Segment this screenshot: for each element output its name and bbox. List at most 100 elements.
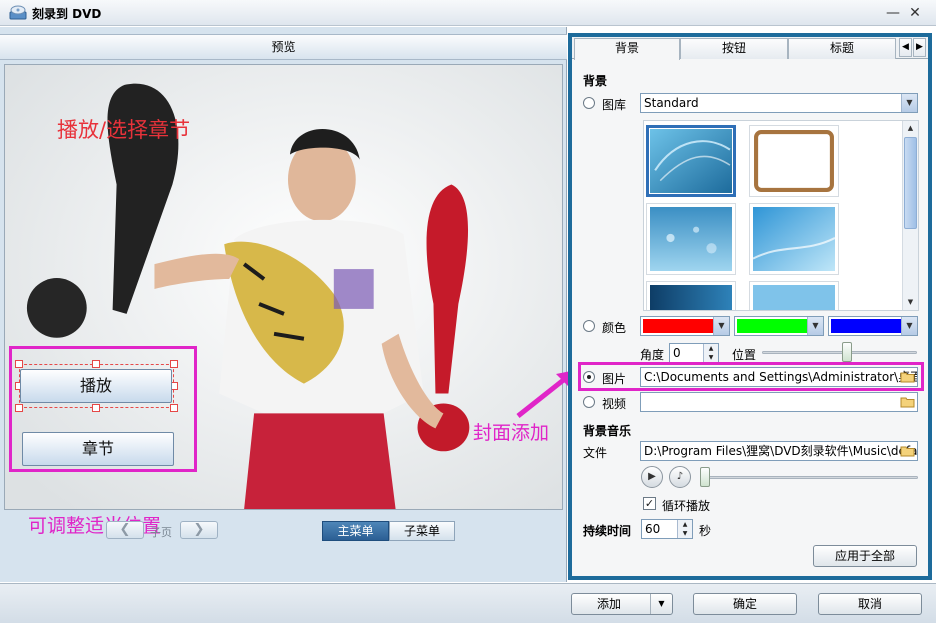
gallery-thumb[interactable] <box>646 125 736 197</box>
preview-panel: 预览 播放/选择章节 播放 章节 可调整适当位置 ❮ 子页 ❯ 主菜单 子菜单 <box>0 27 567 582</box>
folder-icon[interactable] <box>900 445 915 457</box>
duration-unit: 秒 <box>699 524 712 538</box>
menu-play-button[interactable]: 播放 <box>20 369 172 403</box>
gallery-thumb[interactable] <box>749 281 839 310</box>
close-button[interactable]: ✕ <box>906 4 924 22</box>
background-gallery: ▲ ▼ <box>643 120 919 311</box>
menu-chapter-button[interactable]: 章节 <box>22 432 174 466</box>
sky-blue-thumbnail <box>752 207 836 271</box>
brown-frame-thumbnail <box>753 129 835 193</box>
music-section-title: 背景音乐 <box>583 424 632 438</box>
tab-scroll-left[interactable]: ◀ <box>899 38 912 57</box>
chevron-down-icon[interactable]: ▼ <box>650 594 672 614</box>
position-slider[interactable] <box>762 351 917 354</box>
scroll-down-icon[interactable]: ▼ <box>903 295 918 310</box>
resize-handle[interactable] <box>15 360 23 368</box>
tab-sub-menu[interactable]: 子菜单 <box>389 521 455 541</box>
play-icon[interactable]: ▶ <box>641 466 663 488</box>
position-slider-thumb[interactable] <box>842 342 853 362</box>
blue-swirl-thumbnail <box>650 129 732 193</box>
color-select-1[interactable]: ▼ <box>640 316 730 336</box>
tab-title[interactable]: 标题 <box>788 38 896 59</box>
radio-library[interactable] <box>583 97 595 109</box>
picture-path-value: C:\Documents and Settings\Administrator\… <box>644 370 918 384</box>
tab-scroll-right[interactable]: ▶ <box>913 38 926 57</box>
window-title: 刻录到 DVD <box>32 7 102 21</box>
color-select-3[interactable]: ▼ <box>828 316 918 336</box>
spin-arrows-icon[interactable]: ▲ ▼ <box>703 344 718 362</box>
radio-color[interactable] <box>583 320 595 332</box>
tab-background[interactable]: 背景 <box>574 38 680 60</box>
resize-handle[interactable] <box>170 404 178 412</box>
apply-all-button[interactable]: 应用于全部 <box>813 545 917 567</box>
angle-value: 0 <box>673 346 681 360</box>
video-label: 视频 <box>602 397 627 411</box>
gallery-thumb[interactable] <box>646 203 736 275</box>
picture-path-field[interactable]: C:\Documents and Settings\Administrator\… <box>640 367 918 387</box>
tab-buttons[interactable]: 按钮 <box>680 38 788 59</box>
picture-label: 图片 <box>602 372 627 386</box>
color-swatch <box>831 319 901 333</box>
folder-icon[interactable] <box>900 396 915 408</box>
scrollbar-thumb[interactable] <box>904 137 917 229</box>
cancel-button[interactable]: 取消 <box>818 593 922 615</box>
subpage-label: 子页 <box>150 526 172 539</box>
position-label: 位置 <box>732 348 757 362</box>
color-select-2[interactable]: ▼ <box>734 316 824 336</box>
add-button[interactable]: 添加 ▼ <box>571 593 673 615</box>
loop-label: 循环播放 <box>662 499 711 513</box>
chevron-down-icon: ▼ <box>807 317 823 335</box>
minimize-button[interactable]: — <box>884 4 902 22</box>
radio-picture[interactable] <box>583 371 595 383</box>
angle-spinner[interactable]: 0 ▲ ▼ <box>669 343 719 363</box>
ok-button[interactable]: 确定 <box>693 593 797 615</box>
properties-panel: 背景 按钮 标题 ◀ ▶ 背景 图库 Standard ▼ ▲ ▼ 颜色 ▼ ▼… <box>568 33 932 580</box>
tab-main-menu[interactable]: 主菜单 <box>322 521 389 541</box>
music-file-label: 文件 <box>583 446 608 460</box>
color-swatch <box>643 319 713 333</box>
preview-header: 预览 <box>0 34 567 60</box>
folder-icon[interactable] <box>900 371 915 383</box>
prev-page-button[interactable]: ❮ <box>106 521 144 539</box>
spin-arrows-icon[interactable]: ▲ ▼ <box>677 520 692 538</box>
gallery-thumb[interactable] <box>749 125 839 197</box>
music-slider[interactable] <box>700 476 918 479</box>
chevron-down-icon: ▼ <box>713 317 729 335</box>
scroll-up-icon[interactable]: ▲ <box>903 121 918 136</box>
music-slider-thumb[interactable] <box>700 467 710 487</box>
library-select-value: Standard <box>644 96 699 110</box>
color-label: 颜色 <box>602 321 627 335</box>
library-select[interactable]: Standard ▼ <box>640 93 918 113</box>
gallery-thumb[interactable] <box>646 281 736 310</box>
tab-bar: 背景 按钮 标题 ◀ ▶ <box>572 37 928 60</box>
music-note-icon[interactable]: ♪ <box>669 466 691 488</box>
loop-checkbox[interactable]: ✓ <box>643 497 656 510</box>
chevron-down-icon: ▼ <box>901 317 917 335</box>
gallery-scrollbar[interactable]: ▲ ▼ <box>902 121 918 310</box>
resize-handle[interactable] <box>92 360 100 368</box>
radio-video[interactable] <box>583 396 595 408</box>
title-bar: 刻录到 DVD — ✕ <box>0 0 936 26</box>
blue-bokeh-thumbnail <box>650 207 732 271</box>
duration-label: 持续时间 <box>583 524 632 538</box>
duration-spinner[interactable]: 60 ▲ ▼ <box>641 519 693 539</box>
resize-handle[interactable] <box>15 404 23 412</box>
resize-handle[interactable] <box>92 404 100 412</box>
video-path-field[interactable] <box>640 392 918 412</box>
dark-blue-thumbnail <box>650 285 732 310</box>
gallery-thumb[interactable] <box>749 203 839 275</box>
resize-handle[interactable] <box>170 360 178 368</box>
dvd-burn-icon <box>9 5 27 20</box>
light-blue-thumbnail <box>753 285 835 310</box>
next-page-button[interactable]: ❯ <box>180 521 218 539</box>
music-path-value: D:\Program Files\狸窝\DVD刻录软件\Music\defa <box>644 444 918 458</box>
footer-bar: 添加 ▼ 确定 取消 <box>0 583 936 623</box>
annotation-play-select-chapter: 播放/选择章节 <box>57 118 191 142</box>
angle-label: 角度 <box>640 348 665 362</box>
music-path-field[interactable]: D:\Program Files\狸窝\DVD刻录软件\Music\defa <box>640 441 918 461</box>
chevron-down-icon: ▼ <box>901 94 917 112</box>
library-label: 图库 <box>602 98 627 112</box>
background-section-title: 背景 <box>583 74 608 88</box>
add-button-label: 添加 <box>597 597 622 611</box>
duration-value: 60 <box>645 522 661 536</box>
